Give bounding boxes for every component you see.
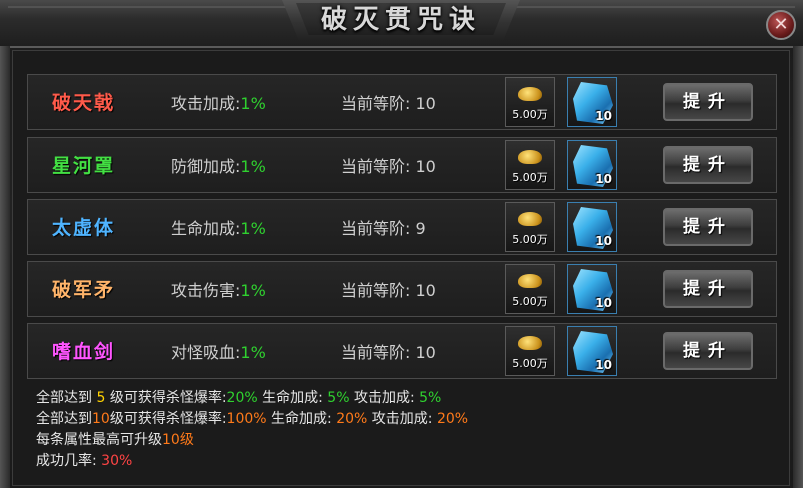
crystal-count: 10 (595, 234, 612, 248)
crystal-count: 10 (595, 296, 612, 310)
info-text: 每条属性最高可升级 (36, 432, 162, 448)
bonus-line-2: 全部达到10级可获得杀怪爆率:100% 生命加成: 20% 攻击加成: 20% (36, 409, 468, 430)
skill-row-5: 嗜血剑 对怪吸血:1% 当前等阶: 10 5.00万 10 提升 (27, 323, 777, 379)
info-text: 生命加成: (257, 390, 328, 406)
coin-cost-slot[interactable]: 5.00万 (505, 140, 555, 190)
attribute-label: 防御加成: (171, 157, 241, 176)
info-text: 全部达到 (36, 390, 97, 406)
attribute-label: 攻击伤害: (171, 281, 241, 300)
coin-amount: 5.00万 (512, 233, 548, 246)
close-icon[interactable]: ✕ (766, 10, 796, 40)
grade-value: 10 (415, 157, 436, 176)
grade-value: 9 (415, 219, 426, 238)
bonus-line-4: 成功几率: 30% (36, 451, 468, 472)
coin-cost-slot[interactable]: 5.00万 (505, 326, 555, 376)
window-title: 破灭贯咒诀 (320, 5, 481, 35)
skill-attribute: 攻击加成:1% (171, 90, 266, 114)
upgrade-button[interactable]: 提升 (663, 332, 753, 370)
info-hp-bonus: 5% (327, 390, 350, 406)
attribute-label: 攻击加成: (171, 94, 241, 113)
gold-coin-icon (518, 274, 542, 288)
info-text: 级可获得杀怪爆率: (109, 411, 227, 427)
crystal-cost-slot[interactable]: 10 (567, 77, 617, 127)
skill-name: 破天戟 (52, 92, 116, 114)
coin-cost-slot[interactable]: 5.00万 (505, 202, 555, 252)
info-drop-rate: 20% (226, 390, 258, 406)
skill-row-4: 破军矛 攻击伤害:1% 当前等阶: 10 5.00万 10 提升 (27, 261, 777, 317)
skill-row-2: 星河罩 防御加成:1% 当前等阶: 10 5.00万 10 提升 (27, 137, 777, 193)
attribute-label: 生命加成: (171, 219, 241, 238)
skill-name: 破军矛 (52, 279, 116, 301)
upgrade-button[interactable]: 提升 (663, 270, 753, 308)
bonus-line-1: 全部达到 5 级可获得杀怪爆率:20% 生命加成: 5% 攻击加成: 5% (36, 388, 468, 409)
crystal-count: 10 (595, 358, 612, 372)
skill-grade: 当前等阶: 10 (341, 339, 436, 363)
grade-value: 10 (415, 343, 436, 362)
skill-grade: 当前等阶: 10 (341, 153, 436, 177)
skill-name: 太虚体 (52, 217, 116, 239)
crystal-cost-slot[interactable]: 10 (567, 202, 617, 252)
info-level: 10 (92, 411, 110, 427)
crystal-count: 10 (595, 172, 612, 186)
left-border (0, 46, 10, 488)
info-atk-bonus: 5% (419, 390, 442, 406)
skill-attribute: 生命加成:1% (171, 215, 266, 239)
info-atk-bonus: 20% (436, 411, 469, 427)
bonus-line-3: 每条属性最高可升级10级 (36, 430, 468, 451)
coin-cost-slot[interactable]: 5.00万 (505, 264, 555, 314)
info-text: 级可获得杀怪爆率: (105, 390, 227, 406)
right-border (793, 46, 803, 488)
grade-label: 当前等阶: (341, 343, 411, 362)
skill-attribute: 对怪吸血:1% (171, 339, 266, 363)
coin-amount: 5.00万 (512, 357, 548, 370)
skill-grade: 当前等阶: 10 (341, 90, 436, 114)
coin-cost-slot[interactable]: 5.00万 (505, 77, 555, 127)
skill-attribute: 攻击伤害:1% (171, 277, 266, 301)
bonus-info: 全部达到 5 级可获得杀怪爆率:20% 生命加成: 5% 攻击加成: 5% 全部… (36, 388, 468, 472)
gold-coin-icon (518, 87, 542, 101)
skill-name: 嗜血剑 (52, 341, 116, 363)
gold-coin-icon (518, 150, 542, 164)
info-text: 攻击加成: (367, 411, 437, 427)
info-text: 成功几率: (36, 453, 102, 469)
info-max-level: 10级 (162, 432, 194, 448)
gold-coin-icon (518, 336, 542, 350)
crystal-cost-slot[interactable]: 10 (567, 264, 617, 314)
upgrade-button[interactable]: 提升 (663, 83, 753, 121)
skill-grade: 当前等阶: 10 (341, 277, 436, 301)
skill-attribute: 防御加成:1% (171, 153, 266, 177)
skill-name: 星河罩 (52, 155, 116, 177)
skill-grade: 当前等阶: 9 (341, 215, 426, 239)
info-text: 生命加成: (266, 411, 337, 427)
upgrade-button[interactable]: 提升 (663, 146, 753, 184)
grade-value: 10 (415, 94, 436, 113)
grade-label: 当前等阶: (341, 281, 411, 300)
info-text: 全部达到 (36, 411, 92, 427)
grade-value: 10 (415, 281, 436, 300)
skill-row-1: 破天戟 攻击加成:1% 当前等阶: 10 5.00万 10 提升 (27, 74, 777, 130)
grade-label: 当前等阶: (341, 219, 411, 238)
crystal-cost-slot[interactable]: 10 (567, 326, 617, 376)
coin-amount: 5.00万 (512, 171, 548, 184)
info-text: 攻击加成: (349, 390, 420, 406)
gold-coin-icon (518, 212, 542, 226)
crystal-cost-slot[interactable]: 10 (567, 140, 617, 190)
coin-amount: 5.00万 (512, 108, 548, 121)
skill-row-3: 太虚体 生命加成:1% 当前等阶: 9 5.00万 10 提升 (27, 199, 777, 255)
coin-amount: 5.00万 (512, 295, 548, 308)
upgrade-button[interactable]: 提升 (663, 208, 753, 246)
attribute-value: 1% (240, 94, 266, 113)
info-hp-bonus: 20% (336, 411, 368, 427)
skill-upgrade-window: 破灭贯咒诀 ✕ 破天戟 攻击加成:1% 当前等阶: 10 5.00万 10 提升… (0, 0, 803, 488)
info-drop-rate: 100% (226, 411, 267, 427)
grade-label: 当前等阶: (341, 94, 411, 113)
info-success-rate: 30% (101, 453, 133, 469)
attribute-value: 1% (240, 343, 266, 362)
attribute-value: 1% (240, 219, 266, 238)
attribute-label: 对怪吸血: (171, 343, 241, 362)
attribute-value: 1% (240, 281, 266, 300)
attribute-value: 1% (240, 157, 266, 176)
crystal-count: 10 (595, 109, 612, 123)
grade-label: 当前等阶: (341, 157, 411, 176)
